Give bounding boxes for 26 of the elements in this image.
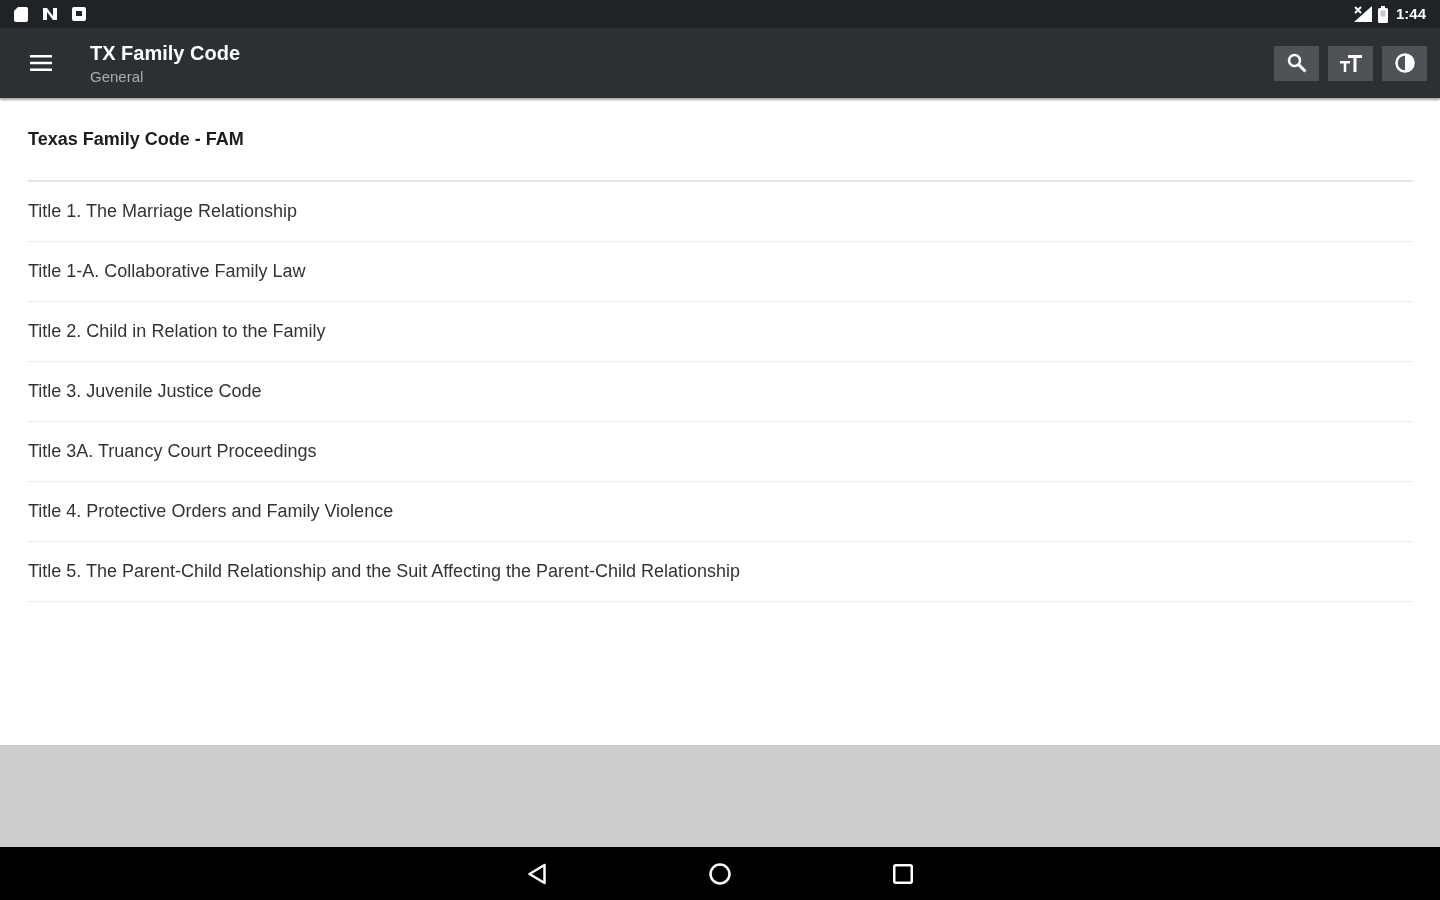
app-subtitle: General [90,66,145,87]
menu-icon[interactable] [30,55,52,71]
search-button[interactable] [1274,45,1319,81]
back-icon[interactable] [527,862,547,885]
list-item[interactable]: Title 2. Child in Relation to the Family [28,318,326,345]
home-icon[interactable] [709,862,731,885]
list-item[interactable]: Title 3A. Truancy Court Proceedings [28,438,317,465]
list-item[interactable]: Title 1. The Marriage Relationship [28,198,298,225]
list-item[interactable]: Title 4. Protective Orders and Family Violence [28,498,394,525]
search-icon [1286,53,1307,73]
list-heading: Texas Family Code - FAM [28,127,244,151]
no-signal-icon [1353,6,1372,22]
app-title: TX Family Code [90,40,241,66]
text-size-button[interactable] [1328,45,1373,81]
sd-card-icon [14,6,28,22]
recents-icon[interactable] [893,863,913,884]
list-item[interactable]: Title 5. The Parent-Child Relationship and the Suit Affecting the Parent-Child Relationship [28,558,741,585]
list-item[interactable]: Title 1-A. Collaborative Family Law [28,258,306,285]
contrast-icon [1394,53,1415,73]
n-mark-icon [42,7,58,21]
battery-icon [1377,5,1388,23]
list-item[interactable]: Title 3. Juvenile Justice Code [28,378,262,405]
picture-icon [72,7,86,21]
text-size-icon [1339,54,1362,72]
contrast-button[interactable] [1382,45,1427,81]
clock-time: 1:44 [1395,3,1426,24]
